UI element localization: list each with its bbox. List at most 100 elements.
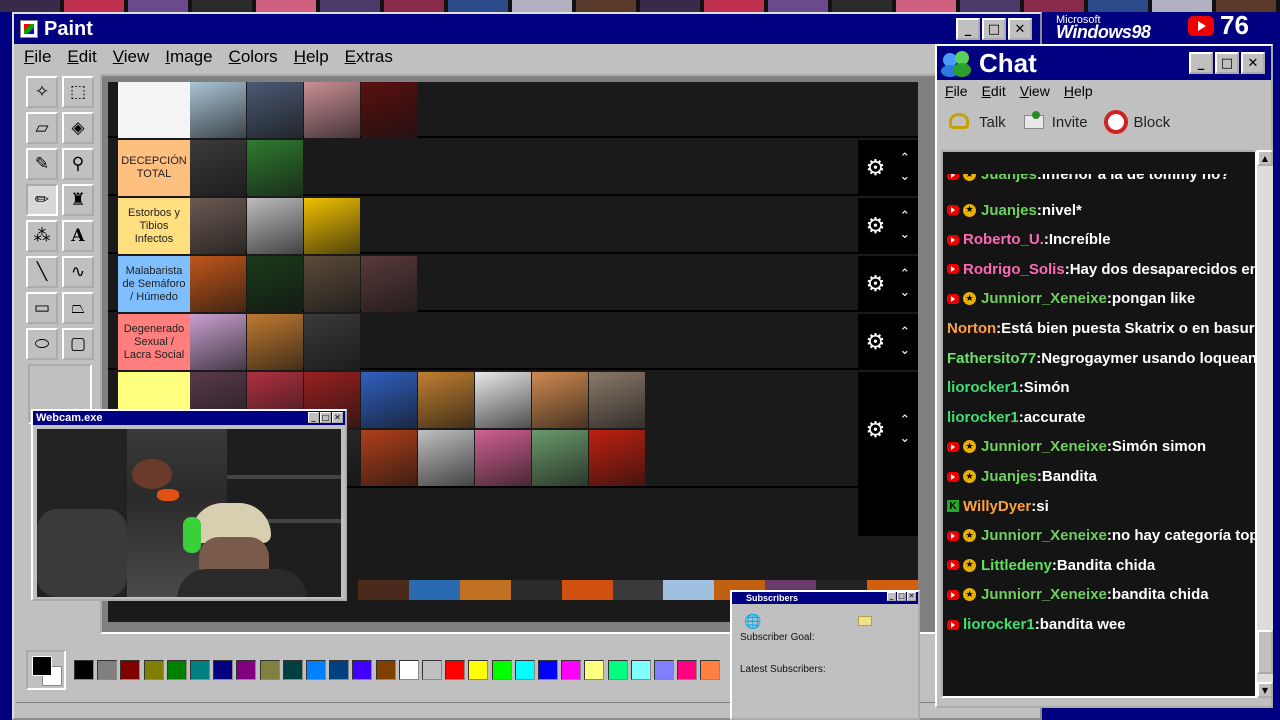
tier-tile[interactable] — [190, 82, 246, 138]
subscribers-window[interactable]: Subscribers _ □ ✕ 🌐 Subscriber Goal: Lat… — [730, 590, 920, 720]
menu-extras[interactable]: Extras — [345, 47, 393, 67]
palette-swatch[interactable] — [654, 660, 674, 680]
menu-view[interactable]: View — [113, 47, 150, 67]
palette-swatch[interactable] — [213, 660, 234, 680]
webcam-maximize-button[interactable]: □ — [320, 412, 331, 423]
tier-label[interactable] — [118, 82, 190, 138]
brush-icon[interactable]: ♜ — [62, 184, 94, 216]
tier-tile[interactable] — [190, 198, 246, 254]
tier-tile[interactable] — [418, 372, 474, 428]
palette-swatch[interactable] — [352, 660, 373, 680]
curve-icon[interactable]: ∿ — [62, 256, 94, 288]
tier-tile[interactable] — [361, 256, 417, 312]
palette-swatch[interactable] — [398, 660, 419, 680]
tier-tile[interactable] — [361, 430, 417, 486]
airbrush-icon[interactable]: ⁂ — [26, 220, 58, 252]
tier-tile[interactable] — [247, 140, 303, 196]
chat-username[interactable]: Roberto_U. — [963, 231, 1044, 248]
block-button[interactable]: Block — [1102, 109, 1170, 135]
scroll-up-icon[interactable]: ▲ — [1257, 150, 1273, 166]
chat-window[interactable]: Chat _ □ ✕ File Edit View Help Talk Invi… — [935, 44, 1273, 708]
tier-label[interactable]: Malabarista de Semáforo / Húmedo — [118, 256, 190, 312]
tier-tile[interactable] — [304, 314, 360, 370]
talk-button[interactable]: Talk — [947, 109, 1006, 135]
subs-minimize-button[interactable]: _ — [887, 592, 896, 601]
rectangle-icon[interactable]: ▭ — [26, 292, 58, 324]
chat-close-button[interactable]: ✕ — [1241, 52, 1265, 74]
gear-icon[interactable]: ⚙ — [866, 272, 886, 297]
chat-menu-edit[interactable]: Edit — [982, 83, 1006, 99]
tier-tile[interactable] — [532, 430, 588, 486]
tier-tile[interactable] — [247, 82, 303, 138]
palette-swatch[interactable] — [630, 660, 651, 680]
webcam-titlebar[interactable]: Webcam.exe _ □ ✕ — [33, 411, 345, 425]
tier-tile[interactable] — [190, 314, 246, 370]
chat-titlebar[interactable]: Chat _ □ ✕ — [937, 46, 1271, 80]
chat-username[interactable]: liorocker1 — [947, 379, 1019, 396]
current-color[interactable] — [26, 650, 66, 690]
webcam-close-button[interactable]: ✕ — [332, 412, 343, 423]
tier-label[interactable]: Degenerado Sexual / Lacra Social — [118, 314, 190, 370]
maximize-button[interactable]: □ — [982, 18, 1006, 40]
move-up-icon[interactable]: ⌃ — [899, 210, 910, 223]
minimize-button[interactable]: _ — [956, 18, 980, 40]
subs-close-button[interactable]: ✕ — [907, 592, 916, 601]
chat-scrollbar[interactable]: ▲ ▼ — [1257, 150, 1273, 698]
palette-swatch[interactable] — [97, 660, 118, 680]
tier-tile[interactable] — [532, 372, 588, 428]
move-up-icon[interactable]: ⌃ — [899, 326, 910, 339]
tier-tile[interactable] — [475, 372, 531, 428]
gear-icon[interactable]: ⚙ — [866, 418, 886, 443]
fill-icon[interactable]: ◈ — [62, 112, 94, 144]
palette-swatch[interactable] — [422, 660, 442, 680]
eraser-icon[interactable]: ▱ — [26, 112, 58, 144]
rounded-rect-icon[interactable]: ▢ — [62, 328, 94, 360]
chat-username[interactable]: Fathersito77 — [947, 350, 1036, 367]
chat-minimize-button[interactable]: _ — [1189, 52, 1213, 74]
move-down-icon[interactable]: ⌄ — [899, 286, 910, 299]
chat-maximize-button[interactable]: □ — [1215, 52, 1239, 74]
free-select-icon[interactable]: ✧ — [26, 76, 58, 108]
tier-tile[interactable] — [361, 82, 417, 138]
palette-swatch[interactable] — [607, 660, 628, 680]
move-up-icon[interactable]: ⌃ — [899, 414, 910, 427]
tier-label[interactable]: DECEPCIÓN TOTAL — [118, 140, 190, 196]
chat-username[interactable]: Junniorr_Xeneixe — [981, 527, 1107, 544]
palette-swatch[interactable] — [514, 660, 535, 680]
palette-swatch[interactable] — [190, 660, 210, 680]
move-up-icon[interactable]: ⌃ — [899, 152, 910, 165]
chat-username[interactable]: Juanjes — [981, 174, 1037, 183]
magnifier-icon[interactable]: ⚲ — [62, 148, 94, 180]
palette-swatch[interactable] — [259, 660, 280, 680]
move-down-icon[interactable]: ⌄ — [899, 170, 910, 183]
palette-swatch[interactable] — [445, 660, 466, 680]
palette-swatch[interactable] — [236, 660, 257, 680]
line-icon[interactable]: ╲ — [26, 256, 58, 288]
palette-swatch[interactable] — [561, 660, 582, 680]
gear-icon[interactable]: ⚙ — [866, 214, 886, 239]
palette-swatch[interactable] — [584, 660, 605, 680]
folder-icon[interactable] — [858, 616, 872, 626]
tier-tile[interactable] — [190, 256, 246, 312]
subscribers-titlebar[interactable]: Subscribers _ □ ✕ — [732, 592, 918, 604]
menu-edit[interactable]: Edit — [67, 47, 96, 67]
menu-file[interactable]: File — [24, 47, 51, 67]
chat-username[interactable]: liorocker1 — [947, 409, 1019, 426]
chat-username[interactable]: Rodrigo_Solis — [963, 261, 1065, 278]
webcam-window[interactable]: Webcam.exe _ □ ✕ — [31, 409, 347, 601]
scroll-down-icon[interactable]: ▼ — [1257, 682, 1273, 698]
tier-tile[interactable] — [589, 372, 645, 428]
palette-swatch[interactable] — [120, 660, 141, 680]
move-up-icon[interactable]: ⌃ — [899, 268, 910, 281]
chat-username[interactable]: Junniorr_Xeneixe — [981, 586, 1107, 603]
tier-tile[interactable] — [589, 430, 645, 486]
text-icon[interactable]: A — [62, 220, 94, 252]
chat-menu-view[interactable]: View — [1020, 83, 1050, 99]
palette-swatch[interactable] — [143, 660, 164, 680]
close-button[interactable]: ✕ — [1008, 18, 1032, 40]
color-picker-icon[interactable]: ✎ — [26, 148, 58, 180]
tier-tile[interactable] — [418, 430, 474, 486]
palette-swatch[interactable] — [306, 660, 326, 680]
palette-swatch[interactable] — [468, 660, 489, 680]
chat-username[interactable]: liorocker1 — [963, 616, 1035, 633]
